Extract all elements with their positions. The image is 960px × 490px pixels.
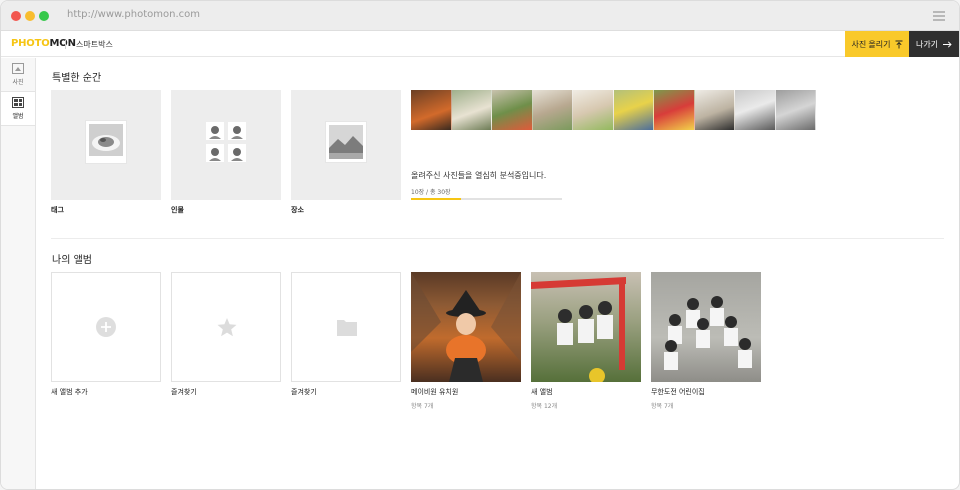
special-card-label: 태그 xyxy=(51,206,64,214)
sidebar-item-albums[interactable]: 앨범 xyxy=(1,92,35,126)
upload-button-label: 사진 올리기 xyxy=(851,39,891,49)
photo-thumbnail[interactable] xyxy=(654,90,695,130)
photomon-logo[interactable]: PHOTOMON xyxy=(11,38,76,49)
album-title: 즐겨찾기 xyxy=(291,388,317,396)
album-item-count: 항목 12개 xyxy=(531,403,558,410)
logout-button-label: 나가기 xyxy=(915,39,939,49)
food-photo-icon xyxy=(86,121,126,163)
special-card-tag[interactable]: 태그 xyxy=(51,90,161,214)
analysis-status-text: 올려주신 사진들을 열심히 분석중입니다. xyxy=(411,171,547,180)
special-card-place[interactable]: 장소 xyxy=(291,90,401,214)
photo-thumbnail[interactable] xyxy=(735,90,776,130)
upload-icon xyxy=(895,40,903,48)
landscape-photo-icon xyxy=(326,122,366,162)
special-card-people[interactable]: 인물 xyxy=(171,90,281,214)
album-cover-photo xyxy=(531,277,626,382)
sidebar-item-label: 앨범 xyxy=(12,113,24,120)
browser-chrome: http://www.photomon.com xyxy=(1,1,959,31)
album-title: 메이비원 유치원 xyxy=(411,388,459,396)
album-thumbnail xyxy=(651,272,761,382)
sidebar-item-photos[interactable]: 사진 xyxy=(1,58,35,92)
photo-thumbnail[interactable] xyxy=(451,90,492,130)
special-card-thumbnail xyxy=(51,90,161,200)
analysis-progress-bar xyxy=(411,198,562,200)
hamburger-menu-icon[interactable] xyxy=(933,11,945,21)
folder-album-card[interactable]: 즐겨찾기 xyxy=(291,272,401,396)
photo-thumbnail[interactable] xyxy=(694,90,735,130)
app-header: PHOTOMON 스마트박스 사진 올리기 나가기 xyxy=(1,31,959,57)
photo-thumbnail[interactable] xyxy=(411,90,452,130)
favorites-album-card[interactable]: 즐겨찾기 xyxy=(171,272,281,396)
special-card-thumbnail xyxy=(171,90,281,200)
special-card-label: 장소 xyxy=(291,206,304,214)
minimize-window-button[interactable] xyxy=(25,11,35,21)
special-moments-title: 특별한 순간 xyxy=(52,73,102,84)
photo-icon xyxy=(12,63,24,74)
folder-icon xyxy=(337,320,357,336)
album-card-muhan[interactable]: 무한도전 어린이집 항목 7개 xyxy=(651,272,761,410)
new-album-card[interactable]: 새 앨범 추가 xyxy=(51,272,161,396)
add-icon xyxy=(96,317,116,337)
photo-thumbnail[interactable] xyxy=(573,90,614,130)
special-card-thumbnail xyxy=(291,90,401,200)
album-cover-photo xyxy=(411,272,521,382)
album-title: 무한도전 어린이집 xyxy=(651,388,705,396)
album-title: 새 앨범 xyxy=(531,388,553,396)
maximize-window-button[interactable] xyxy=(39,11,49,21)
album-cover-photo xyxy=(664,296,752,370)
album-thumbnail xyxy=(171,272,281,382)
album-card-maybeone[interactable]: 메이비원 유치원 항목 7개 xyxy=(411,272,521,410)
photo-thumbnail[interactable] xyxy=(775,90,816,130)
album-item-count: 항목 7개 xyxy=(651,403,674,410)
photo-thumbnail[interactable] xyxy=(492,90,533,130)
album-icon xyxy=(12,97,24,108)
people-grid-icon xyxy=(206,122,246,162)
my-albums-title: 나의 앨범 xyxy=(52,255,92,266)
address-bar[interactable]: http://www.photomon.com xyxy=(67,9,200,20)
album-item-count: 항목 7개 xyxy=(411,403,434,410)
album-title: 즐겨찾기 xyxy=(171,388,197,396)
logout-button[interactable]: 나가기 xyxy=(909,31,959,57)
close-window-button[interactable] xyxy=(11,11,21,21)
app-title: 스마트박스 xyxy=(76,40,113,49)
album-thumbnail xyxy=(51,272,161,382)
analysis-progress-label: 10장 / 총 30장 xyxy=(411,189,451,196)
arrow-right-icon xyxy=(943,40,952,48)
album-thumbnail xyxy=(411,272,521,382)
main-content: 특별한 순간 태그 인물 장소 올려주신 사진들을 열심히 분석중입니다. 10… xyxy=(51,58,944,489)
special-card-label: 인물 xyxy=(171,206,184,214)
sidebar-item-label: 사진 xyxy=(12,79,24,86)
album-thumbnail xyxy=(531,272,641,382)
album-thumbnail xyxy=(291,272,401,382)
upload-photo-button[interactable]: 사진 올리기 xyxy=(845,31,909,57)
album-card-new[interactable]: 새 앨범 항목 12개 xyxy=(531,272,641,410)
album-title: 새 앨범 추가 xyxy=(51,388,88,396)
photo-thumbnail[interactable] xyxy=(613,90,654,130)
section-divider xyxy=(51,238,944,239)
analysis-progress-fill xyxy=(411,198,462,200)
photo-thumbnail[interactable] xyxy=(532,90,573,130)
analyzing-photo-strip xyxy=(411,90,816,130)
star-icon xyxy=(217,318,237,337)
sidebar: 사진 앨범 xyxy=(1,58,36,489)
header-divider xyxy=(65,40,66,49)
browser-window: http://www.photomon.com PHOTOMON 스마트박스 사… xyxy=(0,0,960,490)
